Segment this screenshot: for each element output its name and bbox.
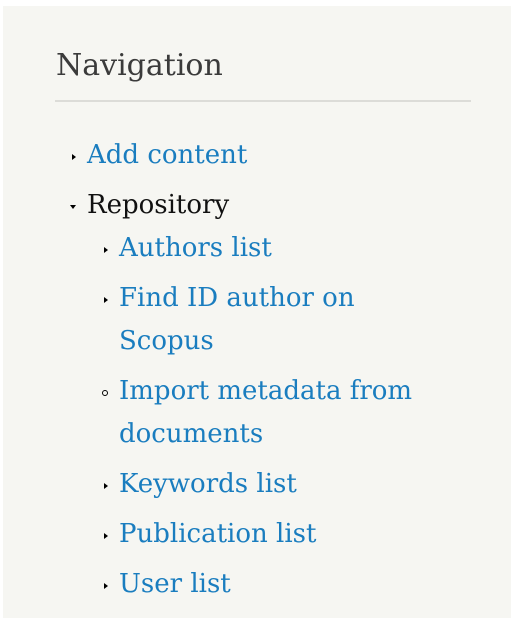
menu-item-import-metadata: Import metadata from documents <box>102 370 417 456</box>
menu-item-keywords-list: Keywords list <box>104 463 417 506</box>
navigation-block: Navigation Add content Repository Author… <box>3 6 511 618</box>
triangle-right-icon <box>102 247 110 255</box>
find-id-author-link[interactable]: Find ID author on Scopus <box>119 283 355 356</box>
menu-item-user-list: User list <box>104 563 417 606</box>
triangle-down-icon <box>70 204 78 212</box>
navigation-title: Navigation <box>56 48 223 83</box>
triangle-right-icon <box>70 154 78 162</box>
triangle-right-icon <box>102 533 110 541</box>
repository-label[interactable]: Repository <box>87 190 229 220</box>
title-divider <box>55 100 471 102</box>
circle-outline-icon <box>102 390 110 398</box>
keywords-list-link[interactable]: Keywords list <box>119 469 297 499</box>
menu-item-repository: Repository Authors list Find ID author o… <box>70 184 417 606</box>
menu-item-find-id-author: Find ID author on Scopus <box>104 277 417 363</box>
menu-item-publication-list: Publication list <box>104 513 417 556</box>
publication-list-link[interactable]: Publication list <box>119 519 316 549</box>
triangle-right-icon <box>102 297 110 305</box>
repository-submenu: Authors list Find ID author on Scopus Im… <box>102 227 417 606</box>
import-metadata-link[interactable]: Import metadata from documents <box>119 376 412 449</box>
menu-item-add-content: Add content <box>72 134 417 177</box>
authors-list-link[interactable]: Authors list <box>119 233 272 263</box>
triangle-right-icon <box>102 583 110 591</box>
user-list-link[interactable]: User list <box>119 569 231 599</box>
add-content-link[interactable]: Add content <box>87 140 247 170</box>
triangle-right-icon <box>102 483 110 491</box>
menu-item-authors-list: Authors list <box>104 227 417 270</box>
navigation-menu: Add content Repository Authors list Find… <box>70 134 417 613</box>
